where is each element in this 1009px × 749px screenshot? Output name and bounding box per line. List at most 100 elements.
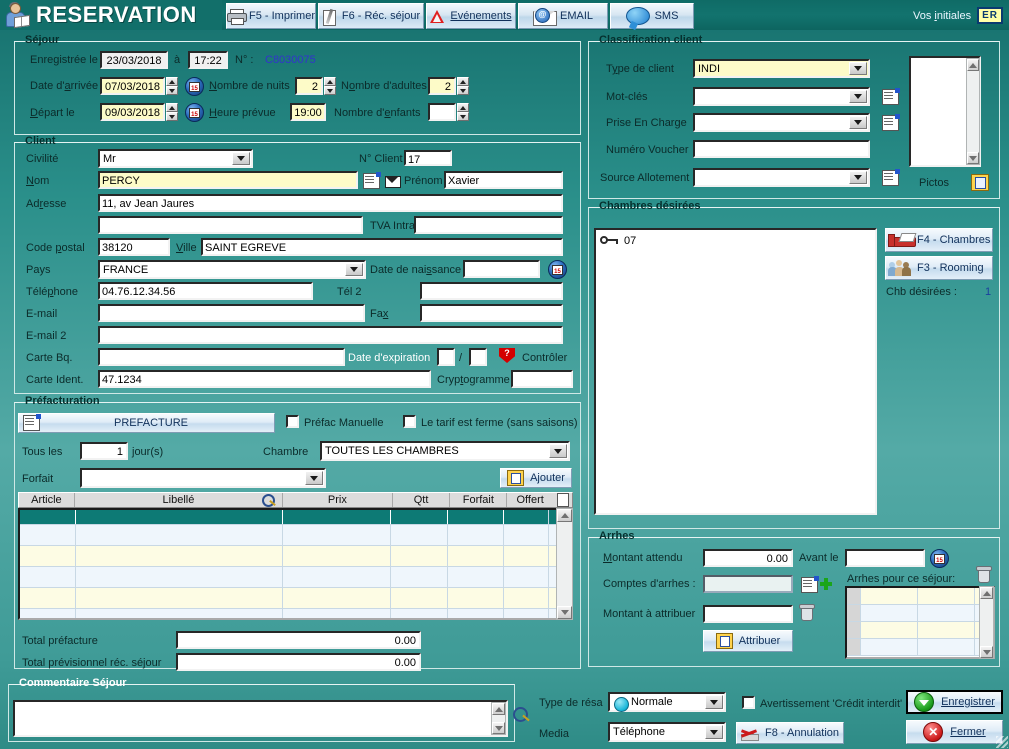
expiry-month-field[interactable]	[437, 348, 455, 366]
idcard-field[interactable]: 47.1234	[98, 370, 431, 388]
add-article-button[interactable]: Ajouter	[500, 468, 572, 488]
rooms-f4-button[interactable]: F4 - Chambres	[885, 228, 993, 252]
country-combo[interactable]: FRANCE	[98, 260, 366, 279]
client-note-icon[interactable]	[363, 172, 381, 189]
civility-combo[interactable]: Mr	[98, 149, 253, 168]
adults-spinner[interactable]	[457, 77, 469, 95]
credit-warning-checkbox[interactable]	[742, 696, 755, 709]
comment-search-icon[interactable]	[513, 707, 530, 724]
list-item[interactable]: 07	[600, 233, 875, 249]
table-row[interactable]	[847, 605, 993, 622]
scroll-down-icon[interactable]	[967, 152, 979, 164]
phone-field[interactable]: 04.76.12.34.56	[98, 282, 313, 300]
comment-scrollbar[interactable]	[491, 702, 506, 735]
chevron-down-icon[interactable]	[849, 62, 867, 75]
address-line2-field[interactable]	[98, 216, 363, 234]
scroll-up-icon[interactable]	[967, 59, 979, 71]
media-combo[interactable]: Téléphone	[608, 722, 726, 742]
chevron-down-icon[interactable]	[345, 263, 363, 276]
keywords-edit-icon[interactable]	[882, 88, 900, 105]
rooming-f3-button[interactable]: F3 - Rooming	[885, 256, 993, 280]
children-spinner[interactable]	[457, 103, 469, 121]
package-combo[interactable]	[80, 468, 326, 488]
children-field[interactable]	[428, 103, 456, 121]
mail-icon[interactable]	[385, 176, 401, 188]
voucher-field[interactable]	[693, 140, 870, 158]
chevron-down-icon[interactable]	[705, 695, 723, 709]
tva-field[interactable]	[414, 216, 563, 234]
before-field[interactable]	[845, 549, 925, 567]
nights-field[interactable]: 2	[295, 77, 323, 95]
scroll-up-icon[interactable]	[980, 587, 993, 599]
table-row[interactable]	[20, 609, 571, 618]
fax-field[interactable]	[420, 304, 563, 322]
adults-field[interactable]: 2	[428, 77, 456, 95]
control-label[interactable]: Contrôler	[522, 352, 567, 364]
grid-options-icon[interactable]	[553, 493, 572, 507]
charge-edit-icon[interactable]	[882, 114, 900, 131]
cancel-f8-button[interactable]: F8 - Annulation	[736, 722, 844, 744]
allotment-combo[interactable]	[693, 168, 870, 187]
scroll-down-icon[interactable]	[557, 606, 572, 619]
arrival-calendar-button[interactable]: 15	[185, 77, 204, 96]
arrival-date-field[interactable]: 07/03/2018	[100, 77, 165, 95]
rooms-listbox[interactable]: 07	[594, 228, 877, 515]
assign-button[interactable]: Attribuer	[703, 630, 793, 652]
keywords-combo[interactable]	[693, 87, 870, 106]
initials-value[interactable]: ER	[977, 7, 1003, 24]
charge-combo[interactable]	[693, 113, 870, 132]
birth-calendar-button[interactable]: 15	[548, 260, 567, 279]
table-row[interactable]	[20, 525, 571, 546]
arrhes-grid[interactable]	[845, 586, 995, 659]
birth-field[interactable]	[463, 260, 540, 278]
search-icon[interactable]	[262, 494, 276, 508]
crypto-field[interactable]	[511, 370, 573, 388]
chevron-down-icon[interactable]	[849, 90, 867, 103]
arrhes-grid-scrollbar[interactable]	[979, 586, 994, 659]
email-button[interactable]: @ EMAIL	[518, 3, 608, 29]
scroll-up-icon[interactable]	[492, 703, 505, 715]
table-row[interactable]	[20, 546, 571, 567]
manual-prefac-checkbox[interactable]	[286, 415, 299, 428]
before-calendar-button[interactable]: 15	[930, 549, 949, 568]
add-picto-button[interactable]	[971, 174, 989, 191]
every-field[interactable]: 1	[80, 442, 128, 460]
sms-button[interactable]: SMS	[610, 3, 694, 29]
name-field[interactable]: PERCY	[98, 171, 358, 189]
save-button[interactable]: Enregistrer	[906, 690, 1003, 714]
prefacture-button[interactable]: PREFACTURE	[18, 413, 275, 433]
zip-field[interactable]: 38120	[98, 238, 170, 256]
card-field[interactable]	[98, 348, 345, 366]
expiry-year-field[interactable]	[469, 348, 487, 366]
table-row[interactable]	[20, 567, 571, 588]
chevron-down-icon[interactable]	[849, 171, 867, 184]
articles-grid-body[interactable]	[18, 508, 573, 620]
email-field[interactable]	[98, 304, 365, 322]
resa-type-combo[interactable]: Normale	[608, 692, 726, 712]
table-row[interactable]	[847, 639, 993, 656]
chevron-down-icon[interactable]	[305, 471, 323, 485]
table-row[interactable]	[20, 510, 571, 525]
recap-button[interactable]: F6 - Réc. séjour	[318, 3, 424, 29]
departure-date-spinner[interactable]	[166, 103, 178, 121]
resize-grip[interactable]	[996, 736, 1008, 748]
delete-amount-icon[interactable]	[798, 604, 815, 621]
email2-field[interactable]	[98, 326, 563, 344]
departure-calendar-button[interactable]: 15	[185, 103, 204, 122]
accounts-edit-icon[interactable]	[801, 576, 819, 593]
firm-tariff-checkbox[interactable]	[403, 415, 416, 428]
table-row[interactable]	[847, 588, 993, 605]
comment-textarea[interactable]	[13, 700, 508, 737]
expected-field[interactable]: 0.00	[703, 549, 793, 567]
chevron-down-icon[interactable]	[232, 152, 250, 165]
allotment-edit-icon[interactable]	[882, 169, 900, 186]
room-combo[interactable]: TOUTES LES CHAMBRES	[320, 441, 570, 461]
scroll-down-icon[interactable]	[492, 722, 505, 734]
add-account-icon[interactable]	[820, 578, 832, 590]
pictos-scrollbar[interactable]	[966, 58, 980, 165]
scroll-up-icon[interactable]	[557, 509, 572, 522]
firstname-field[interactable]: Xavier	[444, 171, 563, 189]
articles-grid-scrollbar[interactable]	[556, 508, 573, 620]
time-field[interactable]: 19:00	[290, 103, 326, 121]
departure-date-field[interactable]: 09/03/2018	[100, 103, 165, 121]
